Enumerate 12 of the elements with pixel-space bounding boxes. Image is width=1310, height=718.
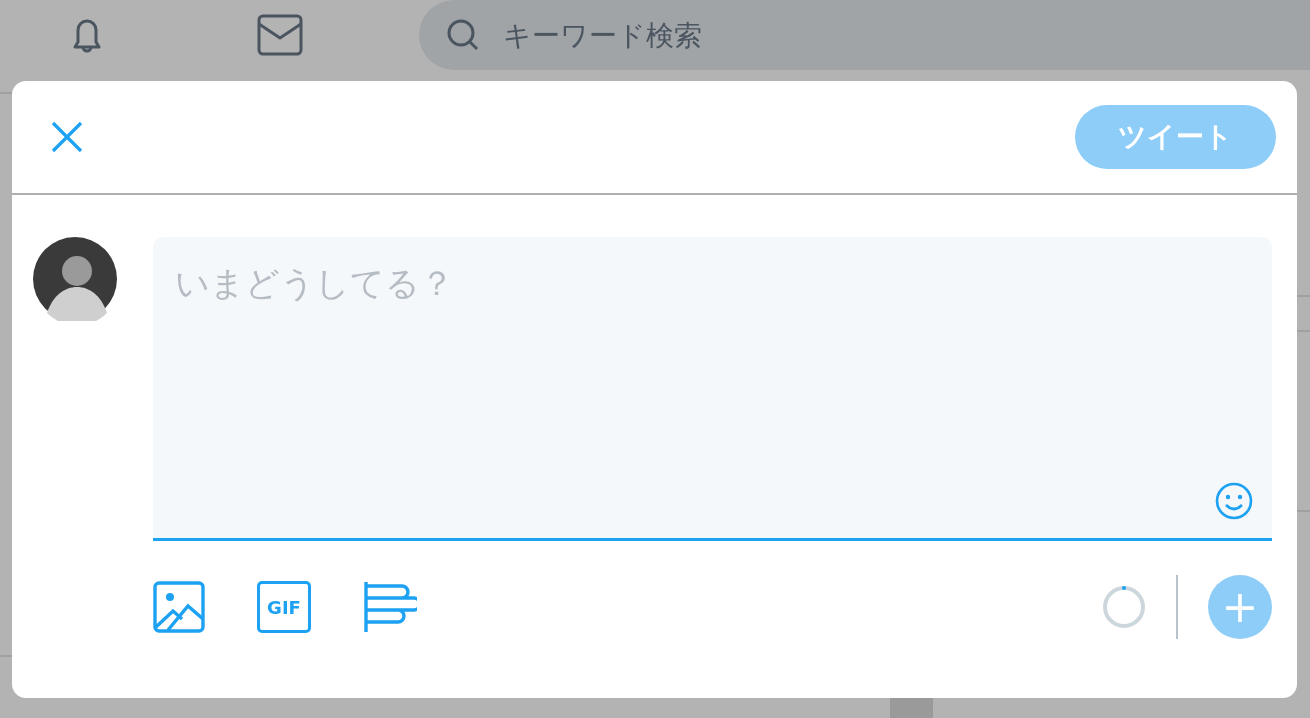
gif-button[interactable]: GIF xyxy=(257,581,311,633)
tweet-button[interactable]: ツイート xyxy=(1075,105,1276,169)
search-field[interactable]: キーワード検索 xyxy=(419,0,1310,70)
close-icon[interactable] xyxy=(50,120,84,154)
scrollbar-thumb[interactable] xyxy=(890,698,933,718)
image-icon[interactable] xyxy=(153,581,205,633)
search-icon xyxy=(445,17,481,53)
progress-ring-icon xyxy=(1102,585,1146,629)
poll-icon[interactable] xyxy=(363,580,417,634)
tweet-text-field[interactable]: いまどうしてる？ xyxy=(153,237,1272,541)
add-tweet-button[interactable]: + xyxy=(1208,575,1272,639)
smiley-icon[interactable] xyxy=(1214,481,1254,521)
